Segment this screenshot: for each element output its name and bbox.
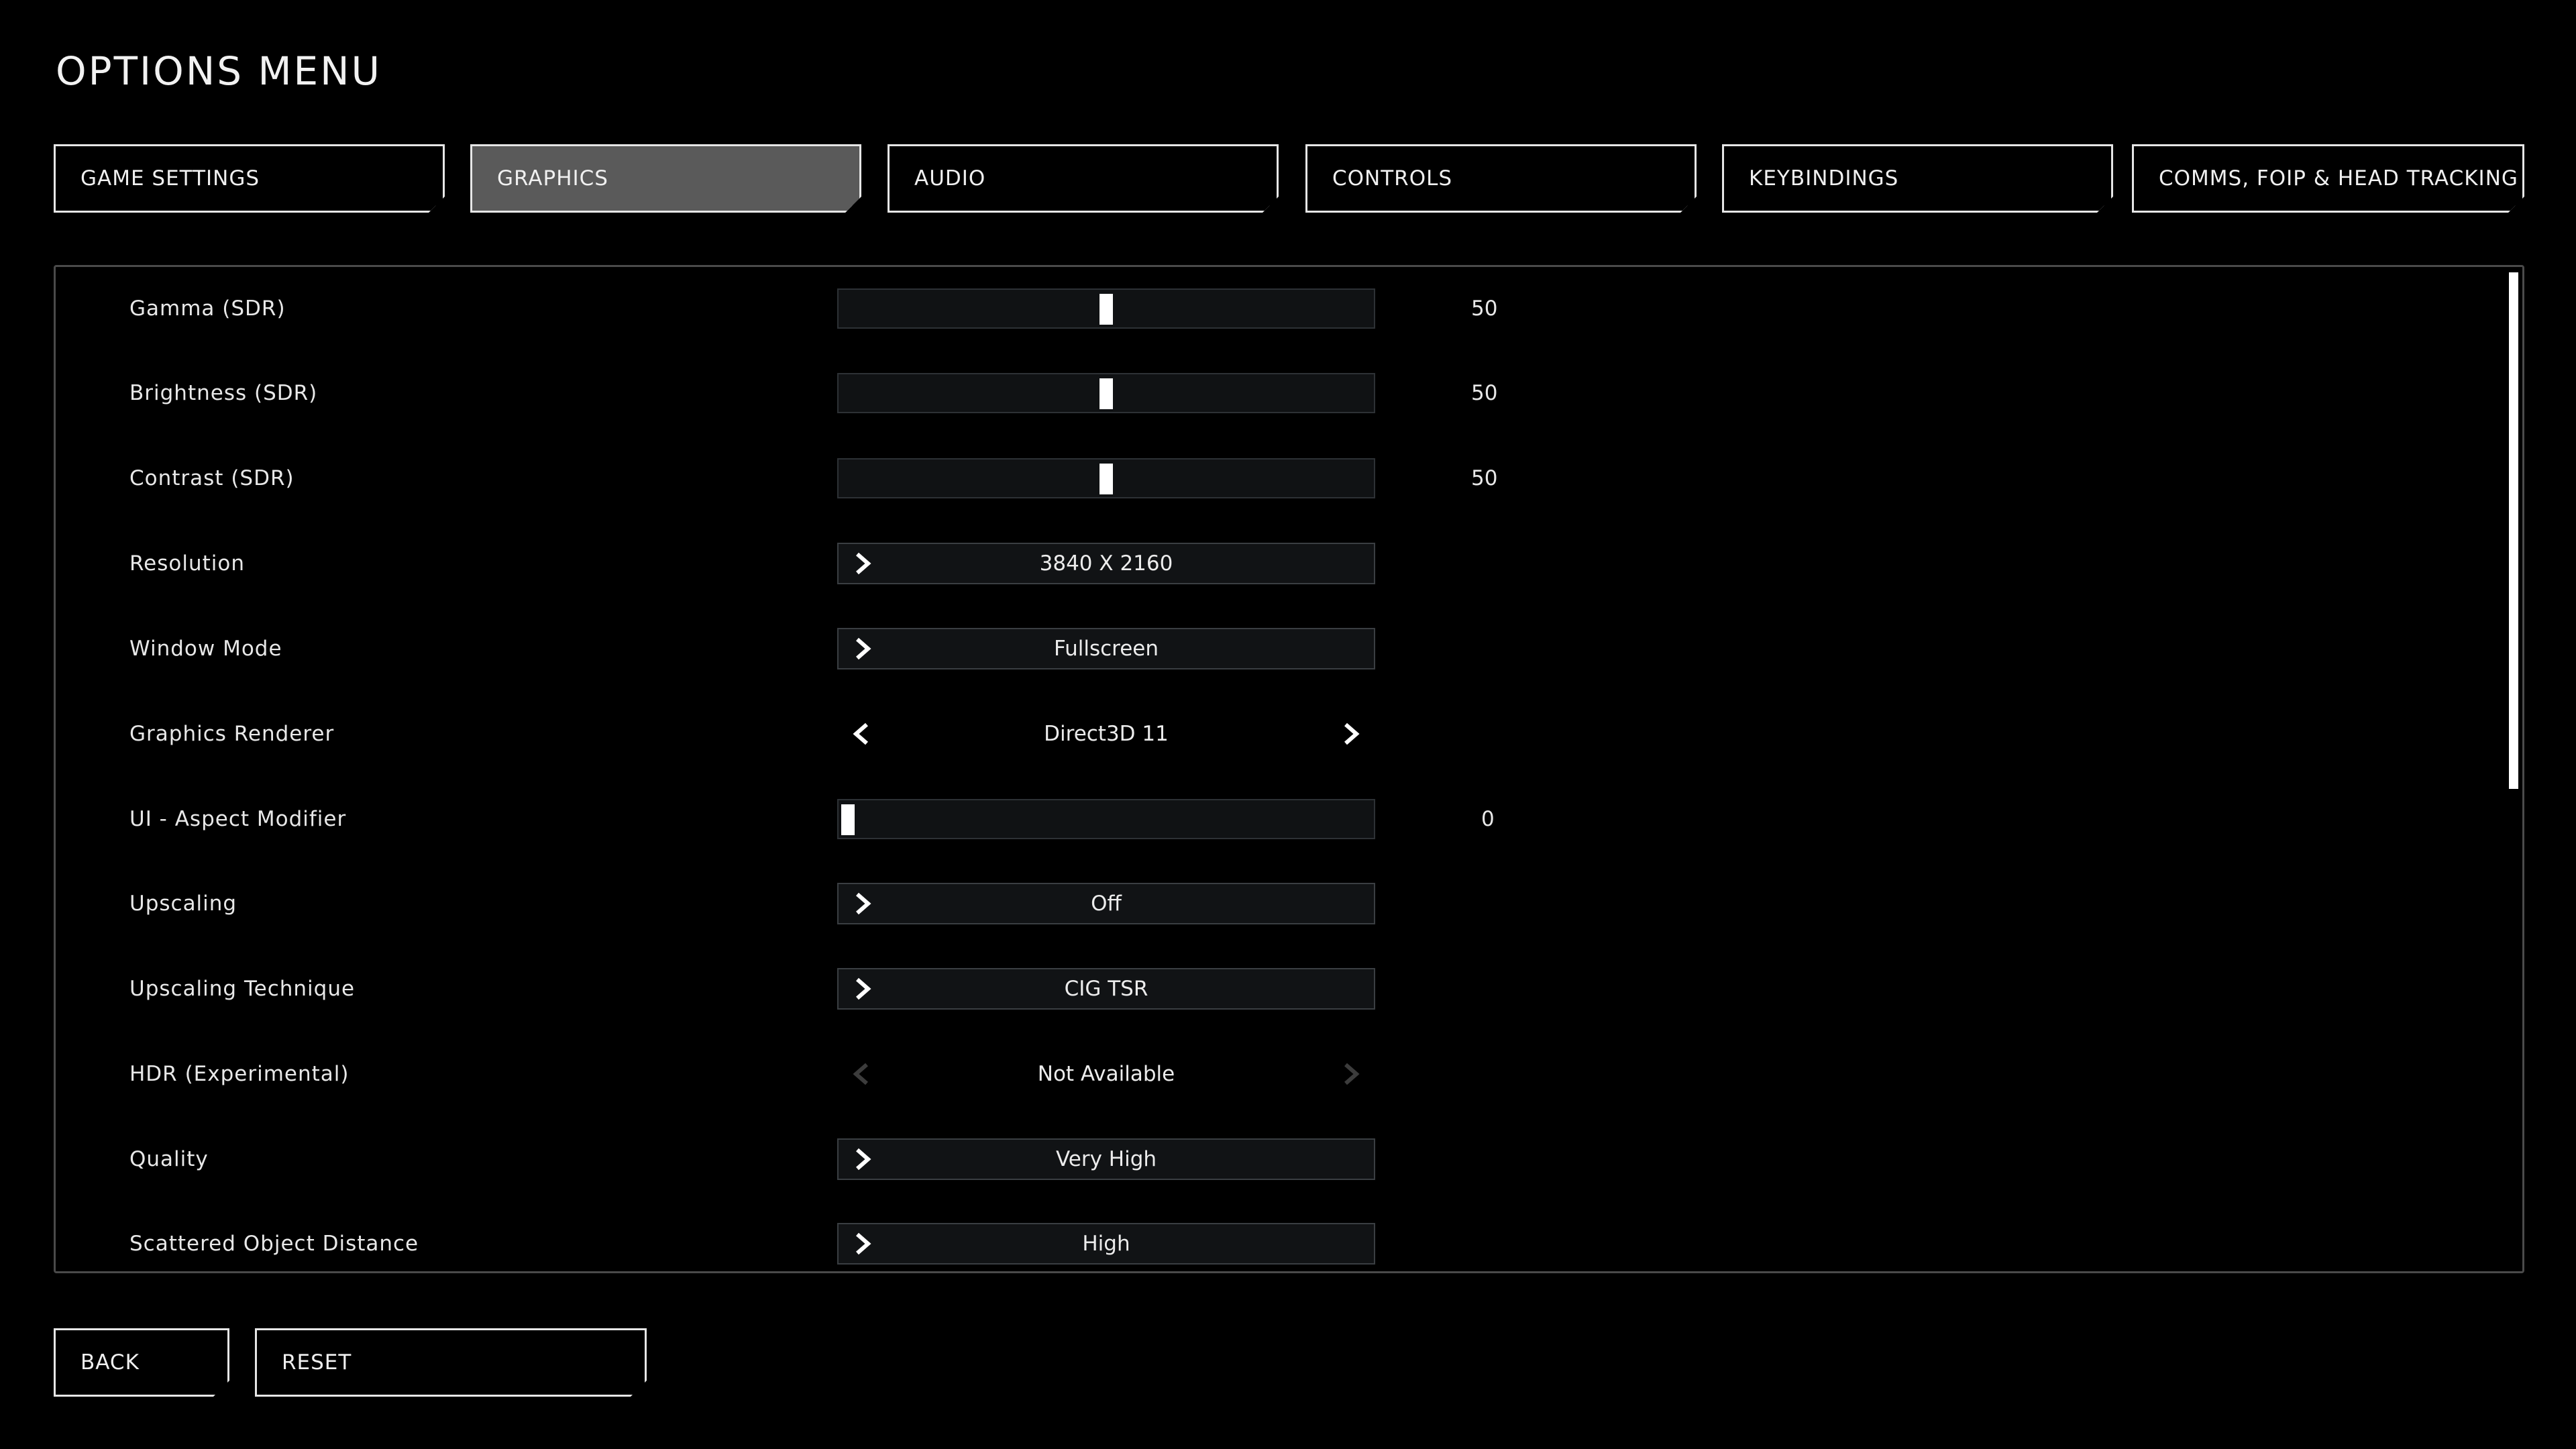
chevron-right-icon <box>851 975 875 1002</box>
contrast-slider[interactable] <box>837 458 1375 498</box>
chevron-left-icon[interactable] <box>849 720 873 747</box>
chevron-left-icon <box>849 1061 873 1087</box>
hdr-selector: Not Available <box>837 1053 1375 1095</box>
dropdown-value: High <box>1082 1232 1130 1256</box>
back-button[interactable]: BACK <box>54 1328 229 1397</box>
upscaling-dropdown[interactable]: Off <box>837 883 1375 924</box>
back-button-label: BACK <box>80 1350 140 1375</box>
resolution-dropdown[interactable]: 3840 X 2160 <box>837 543 1375 584</box>
dropdown-value: CIG TSR <box>1064 977 1148 1001</box>
tab-label: COMMS, FOIP & HEAD TRACKING <box>2159 166 2518 191</box>
setting-label: Brightness (SDR) <box>129 381 318 405</box>
ui-aspect-modifier-slider[interactable] <box>837 799 1375 839</box>
chevron-right-icon <box>1339 1061 1363 1087</box>
slider-handle[interactable] <box>1099 378 1113 409</box>
page-title: OPTIONS MENU <box>56 48 382 94</box>
setting-label: Upscaling Technique <box>129 977 356 1001</box>
setting-row-graphics-renderer: Graphics Renderer Direct3D 11 <box>56 707 2522 761</box>
setting-row-window-mode: Window Mode Fullscreen <box>56 622 2522 676</box>
settings-panel: Gamma (SDR) 50 Brightness (SDR) 50 Contr… <box>54 265 2524 1273</box>
gamma-slider[interactable] <box>837 288 1375 329</box>
slider-value: 50 <box>1471 381 1498 405</box>
slider-handle[interactable] <box>841 804 855 835</box>
setting-row-brightness: Brightness (SDR) 50 <box>56 366 2522 420</box>
chevron-right-icon <box>851 635 875 662</box>
setting-row-upscaling-technique: Upscaling Technique CIG TSR <box>56 962 2522 1016</box>
setting-row-contrast: Contrast (SDR) 50 <box>56 451 2522 505</box>
setting-label: Quality <box>129 1147 209 1171</box>
setting-row-gamma: Gamma (SDR) 50 <box>56 282 2522 335</box>
tab-label: GAME SETTINGS <box>80 166 260 191</box>
setting-row-hdr: HDR (Experimental) Not Available <box>56 1047 2522 1101</box>
tab-comms-foip-head-tracking[interactable]: COMMS, FOIP & HEAD TRACKING <box>2132 144 2524 213</box>
upscaling-technique-dropdown[interactable]: CIG TSR <box>837 968 1375 1010</box>
chevron-right-icon <box>851 550 875 577</box>
setting-label: Contrast (SDR) <box>129 466 294 490</box>
setting-label: Resolution <box>129 551 245 576</box>
tab-audio[interactable]: AUDIO <box>888 144 1279 213</box>
tab-controls[interactable]: CONTROLS <box>1305 144 1697 213</box>
setting-label: Upscaling <box>129 892 237 916</box>
quality-dropdown[interactable]: Very High <box>837 1138 1375 1180</box>
setting-label: Graphics Renderer <box>129 722 335 746</box>
brightness-slider[interactable] <box>837 373 1375 413</box>
setting-label: Gamma (SDR) <box>129 297 286 321</box>
setting-label: Window Mode <box>129 637 282 661</box>
setting-row-upscaling: Upscaling Off <box>56 877 2522 930</box>
slider-value: 0 <box>1481 807 1495 831</box>
chevron-right-icon <box>851 1230 875 1257</box>
slider-handle[interactable] <box>1099 464 1113 494</box>
dropdown-value: Off <box>1091 892 1122 916</box>
dropdown-value: Very High <box>1055 1147 1157 1171</box>
tab-graphics[interactable]: GRAPHICS <box>470 144 861 213</box>
chevron-right-icon <box>851 1146 875 1173</box>
setting-label: Scattered Object Distance <box>129 1232 419 1256</box>
selector-value: Direct3D 11 <box>1044 722 1169 746</box>
chevron-right-icon[interactable] <box>1339 720 1363 747</box>
tab-keybindings[interactable]: KEYBINDINGS <box>1722 144 2113 213</box>
reset-button[interactable]: RESET <box>255 1328 647 1397</box>
tab-label: KEYBINDINGS <box>1749 166 1899 191</box>
tab-game-settings[interactable]: GAME SETTINGS <box>54 144 445 213</box>
scattered-object-distance-dropdown[interactable]: High <box>837 1223 1375 1265</box>
setting-row-scattered-object-distance: Scattered Object Distance High <box>56 1217 2522 1271</box>
tab-label: AUDIO <box>914 166 986 191</box>
tab-label: GRAPHICS <box>497 166 608 191</box>
selector-value: Not Available <box>1037 1062 1175 1086</box>
setting-row-quality: Quality Very High <box>56 1132 2522 1186</box>
reset-button-label: RESET <box>282 1350 352 1375</box>
setting-label: UI - Aspect Modifier <box>129 807 347 831</box>
setting-label: HDR (Experimental) <box>129 1062 350 1086</box>
slider-value: 50 <box>1471 297 1498 321</box>
slider-handle[interactable] <box>1099 294 1113 325</box>
slider-value: 50 <box>1471 466 1498 490</box>
dropdown-value: Fullscreen <box>1053 637 1159 661</box>
dropdown-value: 3840 X 2160 <box>1039 551 1173 576</box>
graphics-renderer-selector: Direct3D 11 <box>837 713 1375 755</box>
window-mode-dropdown[interactable]: Fullscreen <box>837 628 1375 669</box>
setting-row-resolution: Resolution 3840 X 2160 <box>56 537 2522 590</box>
tab-label: CONTROLS <box>1332 166 1453 191</box>
setting-row-ui-aspect-modifier: UI - Aspect Modifier 0 <box>56 792 2522 846</box>
chevron-right-icon <box>851 890 875 917</box>
scrollbar[interactable] <box>2509 272 2518 1265</box>
